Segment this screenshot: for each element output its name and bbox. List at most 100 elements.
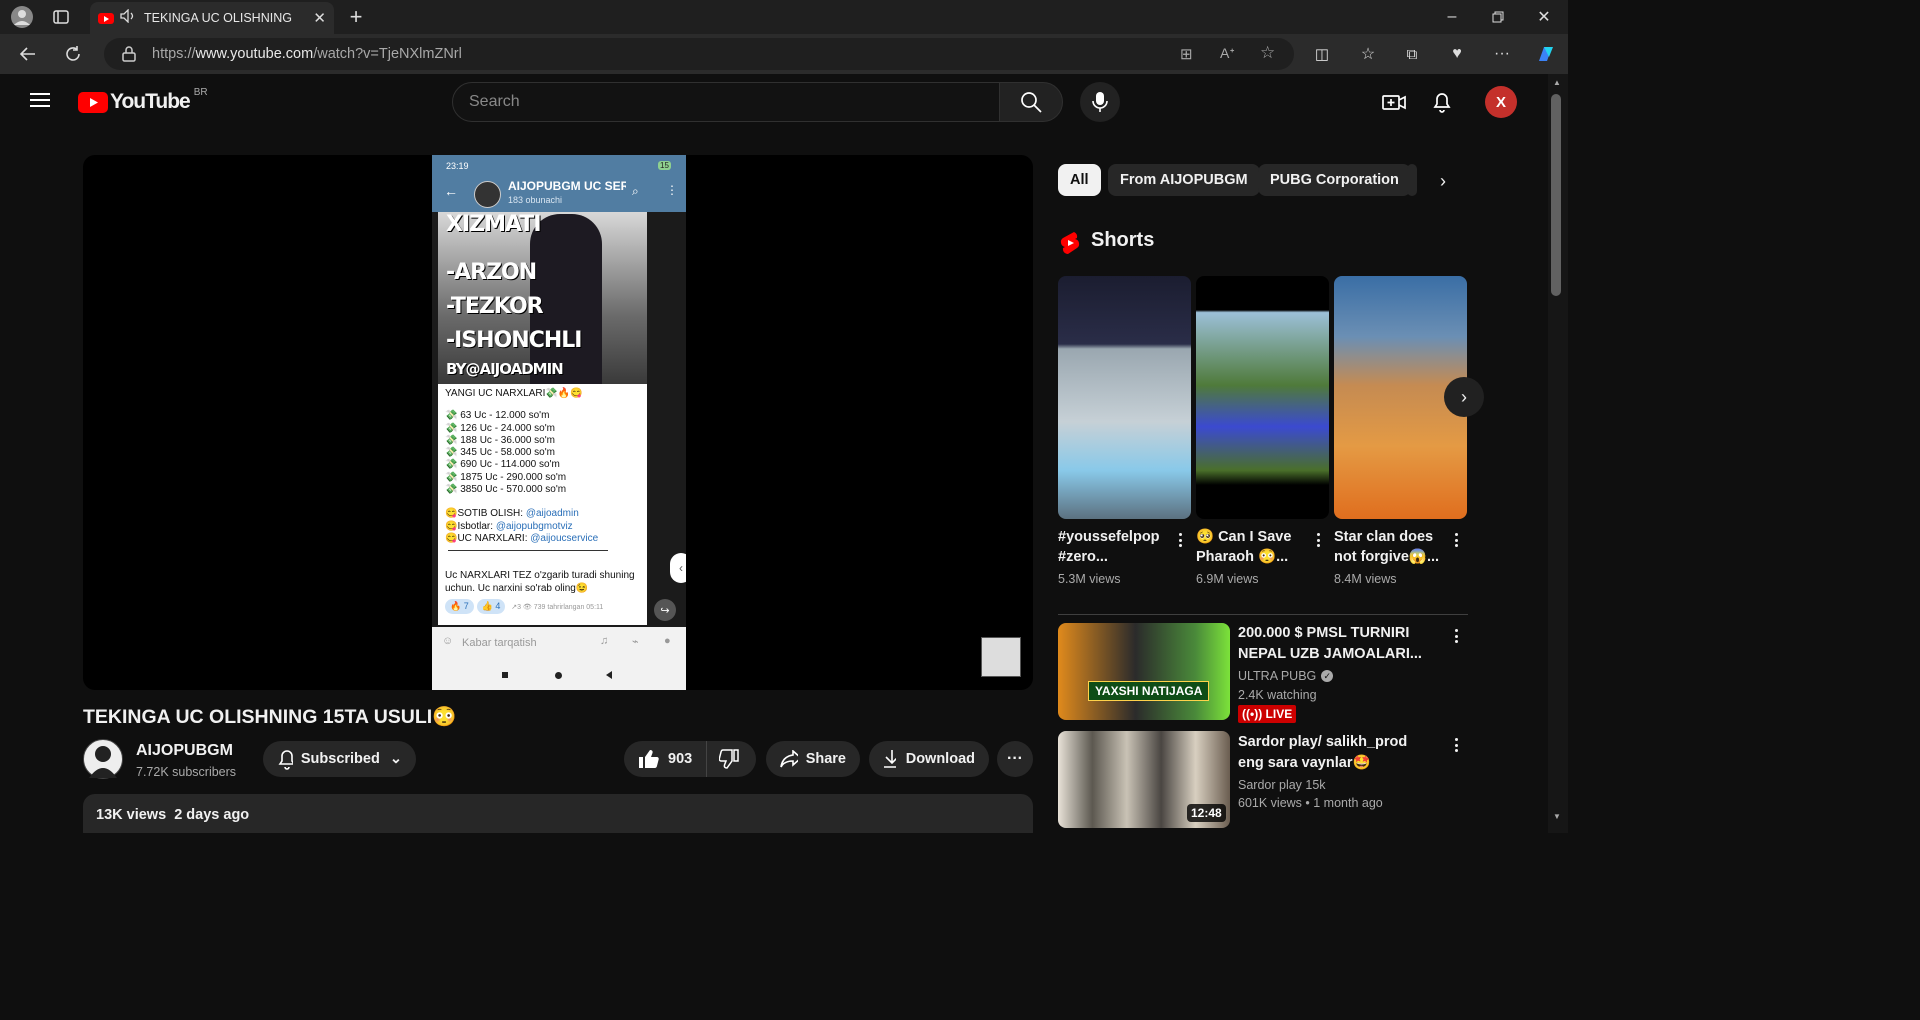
close-tab-icon[interactable]: ✕: [313, 9, 326, 27]
poster-line: -TEZKOR: [446, 294, 544, 319]
poster-line: BY@AIJOADMIN: [446, 360, 564, 378]
chip-from-channel[interactable]: From AIJOPUBGM: [1108, 164, 1260, 196]
voice-search-button[interactable]: [1080, 82, 1120, 122]
share-button[interactable]: Share: [766, 741, 860, 777]
link-handle: @aijoucservice: [530, 532, 599, 544]
channel-name[interactable]: AIJOPUBGM: [136, 742, 233, 760]
scroll-down-icon[interactable]: ▼: [1553, 812, 1561, 821]
channel-watermark[interactable]: [981, 637, 1021, 677]
tg-forward-icon: ↪: [654, 599, 676, 621]
rec-menu-icon[interactable]: [1448, 735, 1464, 755]
poster-line: XIZMATI: [446, 212, 542, 237]
split-screen-icon[interactable]: ◫: [1310, 42, 1334, 66]
maximize-icon[interactable]: [1486, 5, 1510, 29]
settings-more-icon[interactable]: ···: [1490, 42, 1514, 66]
download-button[interactable]: Download: [869, 741, 989, 777]
post-reactions: 🔥 7 👍 4 ↗3 👁 739 tahrirlangan 05:11: [445, 599, 645, 615]
url-text: https://www.youtube.com/watch?v=TjeNXlmZ…: [152, 46, 462, 62]
shorts-heading: Shorts: [1091, 229, 1155, 251]
short-title[interactable]: 🥺 Can I Save Pharaoh 😳...: [1196, 527, 1306, 567]
verified-icon: ✓: [1321, 670, 1334, 682]
tg-emoji-icon: ☺: [442, 635, 454, 647]
tg-channel-avatar: [474, 181, 501, 208]
chip-pubg-corporation[interactable]: PUBG Corporation: [1258, 164, 1411, 196]
tg-input-placeholder: Kabar tarqatish: [462, 637, 537, 649]
back-icon[interactable]: [16, 42, 40, 66]
chip-partial[interactable]: [1407, 164, 1417, 196]
rec-title[interactable]: Sardor play/ salikh_prod eng sara vaynla…: [1238, 732, 1434, 773]
favorites-icon[interactable]: ☆: [1356, 42, 1380, 66]
reload-icon[interactable]: [61, 42, 85, 66]
scrollbar-thumb[interactable]: [1551, 94, 1561, 296]
copilot-icon[interactable]: [1534, 42, 1558, 66]
more-horizontal-icon: ···: [1007, 750, 1023, 767]
short-title[interactable]: #youssefelpop #zero...: [1058, 527, 1168, 567]
link-line: 😋SOTIB OLISH: @aijoadmin: [445, 508, 645, 520]
view-count: 13K views: [96, 807, 167, 823]
url-field[interactable]: https://www.youtube.com/watch?v=TjeNXlmZ…: [104, 38, 1294, 70]
region-code: BR: [193, 86, 208, 98]
rec-menu-icon[interactable]: [1448, 626, 1464, 646]
like-dislike-group: 903: [624, 741, 756, 777]
favorite-star-icon[interactable]: ☆: [1260, 43, 1275, 63]
tg-channel-name: AIJOPUBGM UC SERVICE: [508, 179, 626, 193]
search-button[interactable]: [999, 82, 1063, 122]
profile-icon[interactable]: [10, 5, 34, 29]
search-box[interactable]: [452, 82, 1000, 122]
short-thumbnail[interactable]: [1058, 276, 1191, 519]
browser-address-bar: https://www.youtube.com/watch?v=TjeNXlmZ…: [0, 34, 1568, 74]
chip-all[interactable]: All: [1058, 164, 1101, 196]
rec-channel[interactable]: Sardor play 15k: [1238, 778, 1326, 792]
like-button[interactable]: 903: [624, 741, 708, 777]
description-box[interactable]: 13K views 2 days ago: [83, 794, 1033, 833]
close-window-icon[interactable]: ✕: [1532, 5, 1556, 29]
app-available-icon[interactable]: ⊞: [1180, 45, 1193, 63]
url-prefix: https://: [152, 46, 196, 62]
create-video-icon[interactable]: [1382, 91, 1406, 118]
post-prices: YANGI UC NARXLARI💸🔥😋 💸 63 Uc - 12.000 so…: [445, 388, 645, 545]
notifications-bell-icon[interactable]: [1432, 90, 1452, 119]
channel-avatar[interactable]: [83, 739, 123, 779]
rec-thumbnail[interactable]: YAXSHI NATIJAGA: [1058, 623, 1230, 720]
tab-actions-icon[interactable]: [49, 5, 73, 29]
link-handle: @aijopubgmotviz: [495, 520, 573, 532]
video-player[interactable]: 23:19 15 ← AIJOPUBGM UC SERVICE 183 obun…: [83, 155, 1033, 690]
search-input[interactable]: [469, 93, 999, 111]
more-actions-button[interactable]: ···: [997, 741, 1033, 777]
thumbs-down-icon: [719, 749, 739, 769]
collections-icon[interactable]: ⧉: [1400, 42, 1424, 66]
short-menu-icon[interactable]: [1172, 530, 1188, 550]
shorts-next-button[interactable]: ›: [1444, 377, 1484, 417]
menu-icon[interactable]: [30, 92, 50, 113]
account-avatar[interactable]: X: [1485, 86, 1517, 118]
short-thumbnail[interactable]: [1196, 276, 1329, 519]
chips-next-icon[interactable]: ›: [1428, 166, 1458, 196]
youtube-logo[interactable]: YouTube BR: [78, 86, 208, 114]
rec-title[interactable]: 200.000 $ PMSL TURNIRI NEPAL UZB JAMOALA…: [1238, 623, 1434, 664]
link-line: 😋Isbotlar: @aijopubgmotviz: [445, 521, 645, 533]
price-line: 💸 345 Uc - 58.000 so'm: [445, 447, 555, 459]
short-menu-icon[interactable]: [1448, 530, 1464, 550]
new-tab-icon[interactable]: +: [344, 4, 368, 29]
post-footer: Uc NARXLARI TEZ o'zgarib turadi shuning …: [445, 570, 645, 615]
short-views: 8.4M views: [1334, 572, 1397, 586]
short-menu-icon[interactable]: [1310, 530, 1326, 550]
read-aloud-icon[interactable]: Aᐩ: [1220, 45, 1235, 62]
speaker-icon[interactable]: [120, 7, 136, 28]
short-title[interactable]: Star clan does not forgive😱...: [1334, 527, 1444, 567]
url-domain: www.youtube.com: [195, 46, 314, 62]
link-line: 😋UC NARXLARI: @aijoucservice: [445, 533, 645, 545]
rec-channel[interactable]: ULTRA PUBG ✓: [1238, 669, 1334, 683]
shorts-logo-icon: [1060, 231, 1080, 260]
active-tab[interactable]: TEKINGA UC OLISHNING 15TA USULI😳 ✕: [90, 2, 334, 34]
minimize-icon[interactable]: –: [1440, 5, 1464, 29]
dislike-button[interactable]: [707, 741, 751, 777]
lock-icon[interactable]: [122, 46, 136, 67]
browser-essentials-icon[interactable]: ♥: [1445, 42, 1469, 66]
status-time: 23:19: [446, 161, 469, 171]
subscribed-button[interactable]: Subscribed ⌄: [263, 741, 416, 777]
short-views: 6.9M views: [1196, 572, 1259, 586]
post-poster-image: XIZMATI -ARZON -TEZKOR -ISHONCHLI BY@AIJ…: [438, 212, 647, 384]
scroll-up-icon[interactable]: ▲: [1553, 78, 1561, 87]
download-icon: [884, 750, 896, 768]
